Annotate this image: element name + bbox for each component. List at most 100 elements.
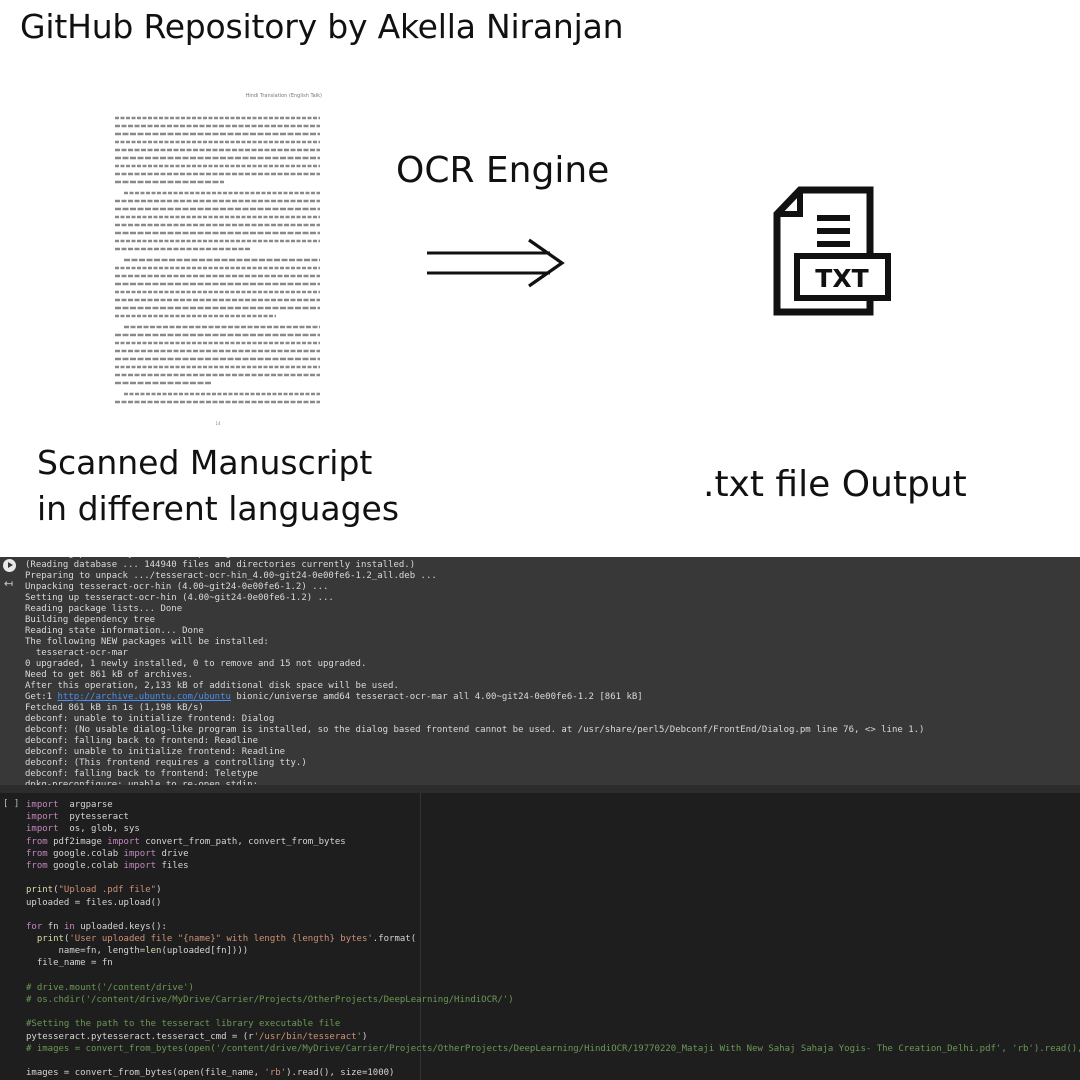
code-token: name=fn, length=	[26, 946, 146, 957]
code-token: google.colab	[47, 860, 124, 871]
code-token: # drive.mount('/content/drive')	[26, 982, 194, 993]
code-line: # os.chdir('/content/drive/MyDrive/Carri…	[26, 994, 1080, 1006]
output-line: Unpacking tesseract-ocr-hin (4.00~git24-…	[25, 582, 329, 592]
output-line: debconf: unable to initialize frontend: …	[25, 747, 286, 757]
output-line: Fetched 861 kB in 1s (1,198 kB/s)	[25, 703, 204, 713]
output-line: debconf: unable to initialize frontend: …	[25, 714, 275, 724]
output-line: Get:1 http://archive.ubuntu.com/ubuntu b…	[25, 692, 1080, 703]
code-token: from	[26, 836, 48, 847]
code-token: import	[123, 848, 157, 859]
code-token: len	[145, 946, 162, 957]
output-text-span: bionic/universe amd64 tesseract-ocr-mar …	[230, 692, 643, 702]
scanned-manuscript-caption: Scanned Manuscript in different language…	[37, 440, 399, 532]
code-line: from google.colab import drive	[26, 848, 1080, 860]
output-line: tesseract-ocr-mar	[25, 648, 128, 658]
code-token: pytesseract.pytesseract.tesseract_cmd = …	[26, 1031, 254, 1042]
code-line: uploaded = files.upload()	[26, 897, 1080, 909]
scan-caption-line-1: Scanned Manuscript	[37, 443, 373, 482]
output-text-span: Get:1	[25, 692, 58, 702]
play-icon[interactable]	[3, 559, 16, 572]
txt-icon-label: TXT	[815, 264, 868, 293]
code-token: )	[156, 885, 162, 896]
code-line: from google.colab import files	[26, 860, 1080, 872]
code-line: import pytesseract	[26, 811, 1080, 823]
code-token: "Upload .pdf file"	[58, 885, 157, 896]
code-token: argparse	[58, 800, 113, 810]
clear-output-icon[interactable]: ↤	[4, 577, 13, 590]
code-token: import	[107, 836, 140, 847]
code-token: '/usr/bin/tesseract'	[253, 1031, 362, 1042]
code-token: import	[26, 824, 59, 835]
code-token: 'User uploaded file "{name}" with length…	[69, 934, 373, 945]
code-token: file_name = fn	[26, 958, 113, 969]
code-token: # images = convert_from_bytes(open('/con…	[26, 1043, 1080, 1054]
code-token: 'rb'	[264, 1068, 287, 1079]
output-line: Reading package lists... Done	[25, 604, 183, 614]
cell-separator	[0, 785, 1080, 793]
output-line: debconf: falling back to frontend: Readl…	[25, 736, 258, 746]
terminal-output-cell: ↤ Selecting previously unselected packag…	[0, 557, 1080, 785]
code-line: # drive.mount('/content/drive')	[26, 982, 1080, 994]
output-line: The following NEW packages will be insta…	[25, 637, 269, 647]
archive-url-link[interactable]: http://archive.ubuntu.com/ubuntu	[58, 692, 231, 702]
output-line: After this operation, 2,133 kB of additi…	[25, 681, 399, 691]
manuscript-header: Hindi Translation (English Talk)	[245, 93, 322, 99]
code-token: # os.chdir('/content/drive/MyDrive/Carri…	[26, 995, 514, 1005]
code-token: import	[26, 812, 59, 823]
output-line: 0 upgraded, 1 newly installed, 0 to remo…	[25, 659, 367, 669]
code-token: import	[123, 860, 157, 871]
code-token: google.colab	[47, 848, 124, 859]
code-line: file_name = fn	[26, 957, 1080, 969]
output-gutter: ↤	[0, 557, 20, 785]
code-token: pdf2image	[47, 836, 108, 847]
code-token: fn	[42, 921, 64, 932]
code-line: from pdf2image import convert_from_path,…	[26, 836, 1080, 848]
code-token: drive	[156, 848, 189, 859]
code-token: pytesseract	[58, 812, 129, 823]
code-line: for fn in uploaded.keys():	[26, 921, 1080, 933]
right-arrow-icon	[427, 238, 565, 288]
code-line: name=fn, length=len(uploaded[fn])))	[26, 945, 1080, 957]
code-line: pytesseract.pytesseract.tesseract_cmd = …	[26, 1031, 1080, 1043]
code-line: print("Upload .pdf file")	[26, 884, 1080, 896]
code-token: print	[26, 885, 54, 896]
code-token: from	[26, 848, 48, 859]
code-token: os, glob, sys	[58, 824, 140, 835]
scan-caption-line-2: in different languages	[37, 489, 400, 528]
code-token: print	[36, 934, 64, 945]
output-line: debconf: (This frontend requires a contr…	[25, 758, 307, 768]
code-line: import os, glob, sys	[26, 823, 1080, 835]
code-line: import argparse	[26, 799, 1080, 811]
manuscript-text-lines	[115, 116, 320, 404]
output-line: Need to get 861 kB of archives.	[25, 670, 193, 680]
code-cell[interactable]: [ ] import argparse import pytesseract imp…	[0, 793, 1080, 1080]
code-token: uploaded.keys():	[74, 921, 167, 932]
code-line: #Setting the path to the tesseract libra…	[26, 1018, 1080, 1030]
code-token: ).read(), size=1000)	[286, 1068, 395, 1079]
output-line: Preparing to unpack .../tesseract-ocr-hi…	[25, 571, 437, 581]
page-title: GitHub Repository by Akella Niranjan	[20, 7, 624, 46]
code-editor[interactable]: import argparse import pytesseract import …	[26, 799, 1080, 1079]
output-line: Reading state information... Done	[25, 626, 204, 636]
code-token: (uploaded[fn])))	[161, 946, 249, 957]
output-line: Setting up tesseract-ocr-hin (4.00~git24…	[25, 593, 334, 603]
output-line: debconf: falling back to frontend: Telet…	[25, 769, 258, 779]
scanned-manuscript-image: Hindi Translation (English Talk) 14	[108, 86, 328, 428]
code-token: in	[63, 921, 75, 932]
code-token: uploaded = files.upload()	[26, 897, 162, 908]
output-text: Selecting previously unselected package …	[25, 557, 1080, 785]
code-token: convert_from_path, convert_from_bytes	[139, 836, 346, 847]
execution-count[interactable]: [ ]	[3, 799, 19, 809]
code-token: from	[26, 860, 48, 871]
code-line: print('User uploaded file "{name}" with …	[26, 933, 1080, 945]
code-token: .format(	[372, 934, 417, 945]
code-token: import	[26, 800, 59, 810]
code-token: images = convert_from_bytes(open(file_na…	[26, 1068, 265, 1079]
output-line: debconf: (No usable dialog-like program …	[25, 725, 925, 735]
